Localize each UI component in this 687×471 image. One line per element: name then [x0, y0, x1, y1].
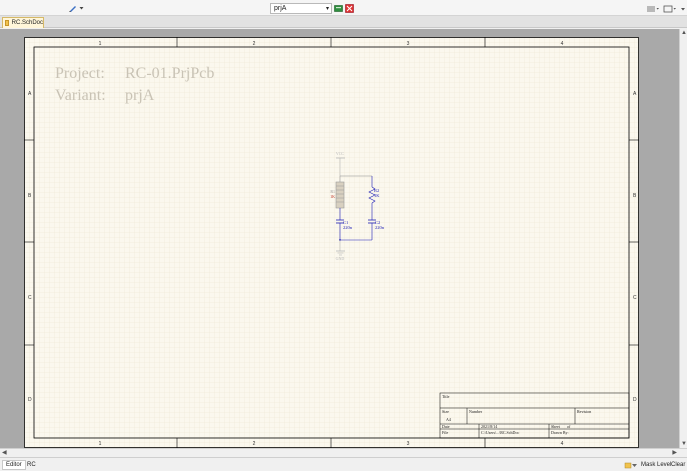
zone-left-c: C — [28, 295, 32, 301]
project-label: Project: — [55, 65, 105, 82]
tab-rc-label: RC — [27, 462, 36, 468]
tab-editor[interactable]: Editor — [2, 460, 26, 470]
size-label: Size — [442, 409, 449, 414]
zone-top-3: 3 — [407, 41, 410, 47]
document-tab-bar: RC.SchDoc — [0, 16, 687, 28]
zone-right-c: C — [633, 295, 637, 301]
zone-top-1: 1 — [99, 41, 102, 47]
size-value: A4 — [446, 417, 451, 422]
zone-top-2: 2 — [253, 41, 256, 47]
horizontal-scrollbar[interactable]: ◀ ▶ — [0, 448, 687, 457]
zone-bottom-1: 1 — [99, 441, 102, 447]
menu-icon[interactable] — [646, 3, 660, 13]
zone-left-d: D — [28, 397, 32, 403]
chevron-down-icon: ▾ — [325, 6, 329, 12]
project-name: RC-01.PrjPcb — [125, 65, 214, 82]
zone-right-d: D — [633, 397, 637, 403]
more-icon[interactable] — [680, 3, 686, 13]
sheet-label: Sheet — [551, 424, 561, 429]
tab-label: RC.SchDoc — [11, 20, 43, 26]
variant-manager-icon[interactable] — [334, 3, 343, 13]
zone-bottom-2: 2 — [253, 441, 256, 447]
zone-bottom-3: 3 — [407, 441, 410, 447]
tab-rc-schdoc[interactable]: RC.SchDoc — [2, 17, 44, 28]
file-value: C:\Users\...\RC.SchDoc — [481, 430, 519, 435]
r1-value: 1K — [330, 194, 335, 199]
number-label: Number — [469, 409, 483, 414]
close-variant-icon[interactable] — [345, 3, 354, 13]
dropdown-icon[interactable] — [79, 3, 84, 13]
variant-name: prjA — [125, 87, 155, 104]
sheet-grid — [24, 37, 639, 448]
variant-select[interactable]: prjA ▾ — [270, 3, 332, 14]
revision-label: Revision — [577, 409, 591, 414]
tab-rc[interactable]: RC — [24, 460, 39, 470]
vcc-label: VCC — [336, 151, 345, 156]
variant-label: Variant: — [55, 87, 106, 104]
date-value: 2021/8/14 — [481, 424, 497, 429]
clear-label: Clear — [671, 462, 686, 468]
variant-select-value: prjA — [274, 5, 287, 12]
zone-bottom-4: 4 — [561, 441, 564, 447]
scroll-up-icon[interactable]: ▲ — [681, 30, 687, 36]
c1-value: 220n — [343, 225, 353, 230]
tab-editor-label: Editor — [6, 462, 22, 468]
schematic-doc-icon — [5, 20, 9, 26]
scroll-left-icon[interactable]: ◀ — [2, 449, 7, 456]
date-label: Date — [442, 424, 450, 429]
scroll-down-icon[interactable]: ▼ — [681, 441, 687, 447]
zone-top-4: 4 — [561, 41, 564, 47]
drawn-by-label: Drawn By: — [551, 430, 569, 435]
mask-icon[interactable] — [624, 460, 638, 470]
pen-icon[interactable] — [68, 3, 78, 13]
file-label: File — [442, 430, 448, 435]
c2-value: 220n — [375, 225, 385, 230]
clear-button[interactable]: Clear — [671, 460, 685, 470]
r2-value: 1K — [374, 193, 380, 198]
title-label: Title — [442, 394, 450, 399]
status-bar: Editor RC Mask Level Clear — [0, 457, 687, 471]
mask-level-button[interactable]: Mask Level — [641, 460, 671, 470]
mask-level-label: Mask Level — [641, 462, 672, 468]
vertical-scrollbar[interactable]: ▲ ▼ — [679, 29, 687, 448]
layout-icon[interactable] — [663, 3, 677, 13]
gnd-label: GND — [336, 256, 345, 261]
scroll-right-icon[interactable]: ▶ — [672, 449, 677, 456]
schematic-sheet[interactable]: 1 2 3 4 1 2 3 4 A B C D A B C D Project:… — [24, 37, 639, 448]
toolbar: prjA ▾ — [0, 0, 687, 16]
